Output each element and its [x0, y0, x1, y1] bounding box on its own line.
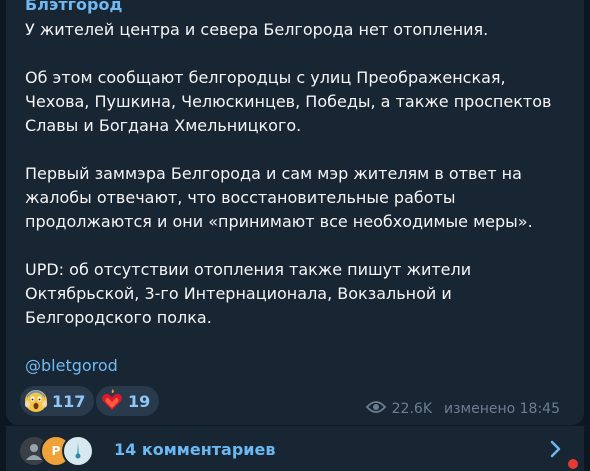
scream-emoji-icon — [24, 389, 48, 413]
reaction-count: 19 — [128, 391, 151, 411]
avatar — [62, 435, 94, 467]
post-line: У жителей центра и севера Белгорода нет … — [25, 20, 489, 39]
post-line: продолжаются и они «принимают все необхо… — [25, 212, 533, 231]
reaction-heart-on-fire[interactable]: 19 — [96, 386, 160, 416]
unread-dot — [568, 459, 578, 469]
post-line: жалобы отвечают, что восстановительные р… — [25, 188, 456, 207]
post-line: Первый заммэра Белгорода и сам мэр жител… — [25, 164, 522, 183]
post-line: Белгородского полка. — [25, 308, 212, 327]
post-line: Славы и Богдана Хмельницкого. — [25, 116, 302, 135]
post-line: Об этом сообщают белгородцы с улиц Преоб… — [25, 68, 506, 87]
post-line: Октябрьской, 3-го Интернационала, Вокзал… — [25, 284, 452, 303]
post-line: Чехова, Пушкина, Челюскинцев, Победы, а … — [25, 92, 552, 111]
comments-label: 14 комментариев — [114, 440, 276, 459]
edited-timestamp: изменено 18:45 — [444, 401, 560, 417]
reaction-count: 117 — [52, 391, 86, 411]
chevron-right-icon — [550, 440, 562, 462]
avatar-letter: P — [51, 444, 61, 458]
reaction-scream[interactable]: 117 — [20, 386, 95, 416]
post-line: UPD: об отсутствии отопления также пишут… — [25, 260, 472, 279]
view-count: 22.6K — [391, 401, 432, 417]
commenter-avatars: P — [18, 435, 108, 467]
message-bubble: Блэтгород У жителей центра и севера Белг… — [6, 0, 584, 425]
channel-name[interactable]: Блэтгород — [25, 0, 122, 15]
heart-on-fire-icon — [100, 389, 124, 413]
channel-link[interactable]: @bletgorod — [25, 354, 118, 378]
message-meta: 22.6K изменено 18:45 — [365, 400, 560, 418]
comments-button[interactable]: P 14 комментариев — [6, 426, 584, 471]
eye-icon — [365, 400, 386, 418]
